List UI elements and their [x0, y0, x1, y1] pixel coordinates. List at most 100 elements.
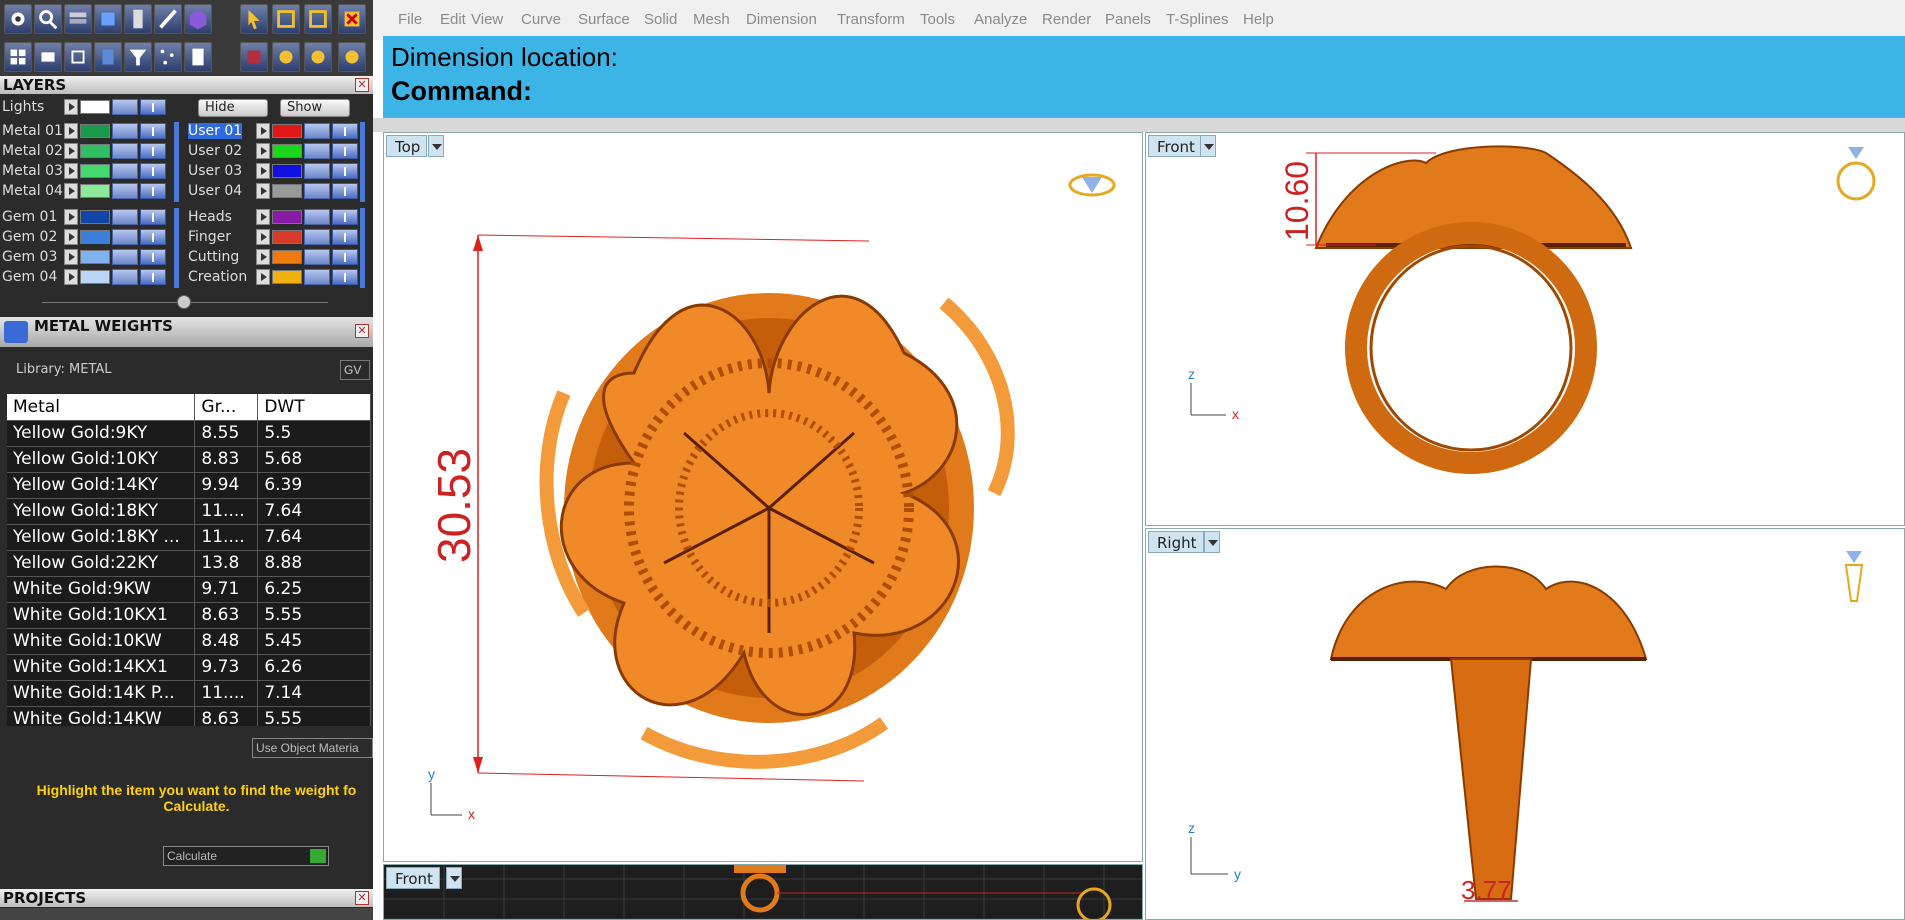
layer-name[interactable]: Creation [188, 269, 247, 285]
layer-row[interactable]: Cutting [186, 248, 366, 266]
color-swatch[interactable] [272, 124, 302, 138]
viewport-front-bottom[interactable]: Front [383, 864, 1143, 920]
transform-icon[interactable] [240, 42, 268, 72]
lock-icon[interactable] [112, 143, 138, 159]
column-header[interactable]: Metal [7, 394, 196, 421]
metal-table-container[interactable]: Metal Gr... DWT Yellow Gold:9KY 8.55 5.5 Ye… [7, 394, 371, 726]
layer-controls[interactable] [256, 143, 360, 159]
ring-thumbnail-icon[interactable] [1836, 147, 1876, 201]
layer-row[interactable]: Gem 03 [0, 248, 180, 266]
color-swatch[interactable] [80, 184, 110, 198]
scatter-points-icon[interactable] [154, 42, 182, 72]
visibility-icon[interactable] [140, 249, 166, 265]
layer-name[interactable]: Metal 04 [2, 183, 63, 199]
layers-stack-icon[interactable] [64, 4, 92, 34]
lock-icon[interactable] [304, 249, 330, 265]
color-swatch[interactable] [80, 124, 110, 138]
grid-view-icon[interactable] [4, 42, 32, 72]
menu-item-curve[interactable]: Curve [521, 11, 561, 28]
lock-icon[interactable] [304, 183, 330, 199]
expand-arrow-icon[interactable] [256, 269, 270, 285]
dimension-value[interactable]: 3.77 [1461, 875, 1512, 905]
menu-item-view[interactable]: View [471, 11, 503, 28]
expand-arrow-icon[interactable] [256, 183, 270, 199]
single-view-icon[interactable] [34, 42, 62, 72]
table-row[interactable]: Yellow Gold:22KY 13.8 8.88 [7, 550, 371, 577]
color-swatch[interactable] [272, 144, 302, 158]
visibility-icon[interactable] [332, 123, 358, 139]
gumball-3-icon[interactable] [338, 42, 366, 72]
expand-arrow-icon[interactable] [64, 229, 78, 245]
lock-icon[interactable] [112, 163, 138, 179]
layer-controls[interactable] [64, 269, 168, 285]
layer-row[interactable]: Metal 04 [0, 182, 180, 200]
layer-name[interactable]: Gem 01 [2, 209, 57, 225]
color-swatch[interactable] [80, 270, 110, 284]
lock-icon[interactable] [304, 143, 330, 159]
gumball-2-icon[interactable] [304, 42, 332, 72]
layer-controls[interactable] [64, 163, 168, 179]
visibility-icon[interactable] [140, 99, 166, 115]
gumball-icon[interactable] [272, 42, 300, 72]
visibility-icon[interactable] [140, 229, 166, 245]
menu-item-solid[interactable]: Solid [644, 11, 677, 28]
layer-row[interactable]: User 04 [186, 182, 366, 200]
wire-cube-icon[interactable] [64, 42, 92, 72]
menu-item-dimension[interactable]: Dimension [746, 11, 817, 28]
menu-item-surface[interactable]: Surface [578, 11, 630, 28]
layer-controls[interactable] [256, 123, 360, 139]
color-swatch[interactable] [272, 184, 302, 198]
layer-row[interactable]: User 01 [186, 122, 366, 140]
table-row[interactable]: White Gold:14KX1 9.73 6.26 [7, 654, 371, 681]
layer-name[interactable]: User 03 [188, 163, 242, 179]
lock-icon[interactable] [112, 99, 138, 115]
layer-name[interactable]: User 01 [188, 123, 243, 139]
expand-arrow-icon[interactable] [256, 209, 270, 225]
pencil-icon[interactable] [154, 4, 182, 34]
lights-controls[interactable] [64, 99, 168, 115]
menu-item-tsplines[interactable]: T-Splines [1166, 11, 1229, 28]
visibility-icon[interactable] [140, 269, 166, 285]
layer-controls[interactable] [64, 143, 168, 159]
layer-name[interactable]: User 04 [188, 183, 242, 199]
layer-row[interactable]: Gem 01 [0, 208, 180, 226]
color-swatch[interactable] [272, 210, 302, 224]
menu-item-file[interactable]: File [398, 11, 422, 28]
color-swatch[interactable] [272, 250, 302, 264]
layer-row[interactable]: Creation [186, 268, 366, 286]
expand-arrow-icon[interactable] [64, 209, 78, 225]
layer-controls[interactable] [256, 163, 360, 179]
visibility-icon[interactable] [332, 163, 358, 179]
dimension-value[interactable]: 10.60 [1279, 161, 1315, 241]
column-header[interactable]: Gr... [194, 394, 259, 421]
layer-name[interactable]: Gem 04 [2, 269, 57, 285]
menu-item-panels[interactable]: Panels [1105, 11, 1151, 28]
layer-controls[interactable] [64, 123, 168, 139]
layer-controls[interactable] [64, 183, 168, 199]
layer-controls[interactable] [256, 209, 360, 225]
visibility-icon[interactable] [140, 209, 166, 225]
expand-arrow-icon[interactable] [256, 163, 270, 179]
dimension-value[interactable]: 30.53 [428, 448, 480, 563]
expand-arrow-icon[interactable] [64, 99, 78, 115]
use-object-material-button[interactable]: Use Object Materia [252, 738, 373, 758]
filter-icon[interactable] [124, 42, 152, 72]
menu-item-help[interactable]: Help [1243, 11, 1274, 28]
layer-controls[interactable] [256, 229, 360, 245]
layer-name[interactable]: Heads [188, 209, 232, 225]
layer-row[interactable]: User 03 [186, 162, 366, 180]
layer-controls[interactable] [64, 209, 168, 225]
close-icon[interactable]: ✕ [355, 891, 369, 905]
command-input-line[interactable]: Command: [391, 76, 532, 107]
layer-name[interactable]: Cutting [188, 249, 239, 265]
visibility-icon[interactable] [332, 143, 358, 159]
visibility-icon[interactable] [140, 143, 166, 159]
visibility-icon[interactable] [140, 183, 166, 199]
table-row[interactable]: White Gold:14K P... 11.... 7.14 [7, 680, 371, 707]
hide-button[interactable]: Hide [198, 99, 268, 117]
layer-row[interactable]: Metal 03 [0, 162, 180, 180]
gem-cube-icon[interactable] [184, 4, 212, 34]
visibility-icon[interactable] [332, 249, 358, 265]
layer-row[interactable]: Gem 04 [0, 268, 180, 286]
cube-icon[interactable] [94, 4, 122, 34]
